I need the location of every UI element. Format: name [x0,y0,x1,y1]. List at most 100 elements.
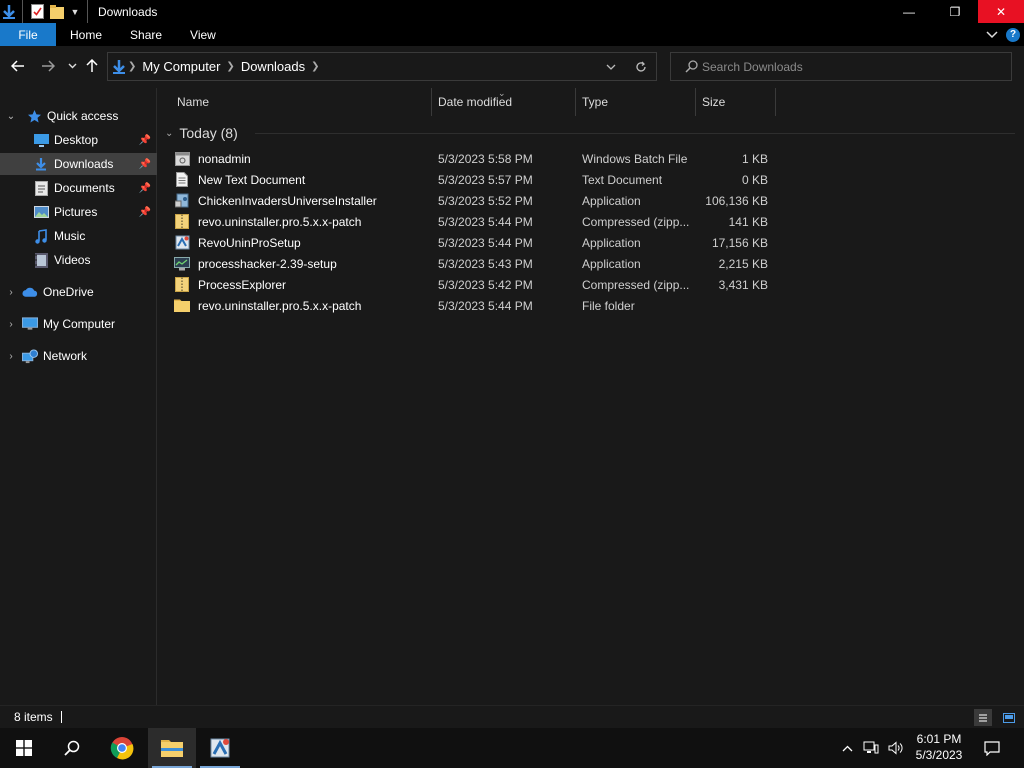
pin-icon[interactable]: 📌 [139,159,151,170]
breadcrumb-chevron-icon[interactable]: ❯ [128,61,136,72]
minimize-button[interactable]: — [886,0,932,23]
search-taskbar-button[interactable] [48,728,96,768]
address-bar-controls [596,53,656,80]
file-size: 106,136 KB [705,193,768,208]
taskbar: 6:01 PM 5/3/2023 [0,728,1024,768]
file-row[interactable]: ProcessExplorer 5/3/2023 5:42 PM Compres… [174,274,774,295]
up-arrow-icon [86,59,98,72]
file-size: 3,431 KB [718,277,768,292]
help-icon[interactable]: ? [1006,27,1020,42]
sidebar-item-quick-access[interactable]: ⌄ Quick access [0,105,157,127]
chevron-down-icon[interactable]: ⌄ [165,128,173,139]
chevron-right-icon[interactable]: › [6,351,16,362]
customize-toolbar-chevron-icon[interactable]: ▼ [67,0,83,23]
sidebar-item-my-computer[interactable]: › My Computer [0,313,157,335]
file-name: nonadmin [198,151,251,166]
show-hidden-icons-button[interactable] [838,728,856,768]
refresh-icon[interactable] [626,53,656,80]
file-row[interactable]: ChickenInvadersUniverseInstaller 5/3/202… [174,190,774,211]
sidebar-item-label: Documents [54,181,115,195]
column-header-name[interactable]: Name [171,88,432,116]
revo-uninstaller-taskbar-button[interactable] [196,728,244,768]
action-center-button[interactable] [978,728,1006,768]
chevron-up-icon [842,745,852,751]
large-icons-view-button[interactable] [1000,709,1018,726]
sidebar-item-pictures[interactable]: Pictures 📌 [0,201,157,223]
chrome-taskbar-button[interactable] [98,728,146,768]
up-button[interactable] [82,56,102,76]
status-bar: 8 items [0,705,1024,728]
address-history-chevron-icon[interactable] [596,53,626,80]
chevron-right-icon[interactable]: › [6,319,16,330]
column-header-size[interactable]: Size [696,88,776,116]
sidebar-item-downloads[interactable]: Downloads 📌 [0,153,157,175]
tab-file[interactable]: File [0,23,56,46]
status-caret [60,711,62,723]
file-size: 1 KB [741,151,768,166]
breadcrumb-chevron-icon[interactable]: ❯ [311,61,319,72]
expand-ribbon-chevron-icon[interactable] [986,28,998,42]
sidebar-item-network[interactable]: › Network [0,345,157,367]
back-button[interactable] [8,56,28,76]
file-row[interactable]: processhacker-2.39-setup 5/3/2023 5:43 P… [174,253,774,274]
pin-icon[interactable]: 📌 [139,207,151,218]
file-row[interactable]: revo.uninstaller.pro.5.x.x-patch 5/3/202… [174,211,774,232]
recent-locations-button[interactable] [62,56,82,76]
file-row[interactable]: New Text Document 5/3/2023 5:57 PM Text … [174,169,774,190]
file-type: File folder [582,298,635,313]
pin-icon[interactable]: 📌 [139,135,151,146]
column-header-date-modified[interactable]: Date modified ⌄ [432,88,576,116]
clock[interactable]: 6:01 PM 5/3/2023 [908,731,970,763]
close-button[interactable]: ✕ [978,0,1024,23]
forward-button[interactable] [38,56,58,76]
column-header-type[interactable]: Type [576,88,696,116]
details-view-button[interactable] [974,709,992,726]
sidebar-item-music[interactable]: Music [0,225,157,247]
new-folder-icon[interactable] [47,0,67,23]
start-button[interactable] [0,728,48,768]
file-row[interactable]: RevoUninProSetup 5/3/2023 5:44 PM Applic… [174,232,774,253]
tab-share[interactable]: Share [116,23,176,46]
sidebar-item-documents[interactable]: Documents 📌 [0,177,157,199]
forward-arrow-icon [42,60,55,72]
toolbar-separator [87,0,88,23]
ribbon-tabs: File Home Share View ? [0,23,1024,46]
breadcrumb-chevron-icon[interactable]: ❯ [226,61,234,72]
app-icon [174,256,190,272]
file-row[interactable]: nonadmin 5/3/2023 5:58 PM Windows Batch … [174,148,774,169]
search-input[interactable] [702,59,992,74]
file-name: RevoUninProSetup [198,235,301,250]
group-header-today[interactable]: ⌄ Today (8) [165,122,238,144]
breadcrumb-my-computer[interactable]: My Computer [142,59,220,74]
breadcrumb-downloads[interactable]: Downloads [241,59,305,74]
navigation-pane: ⌄ Quick access Desktop 📌 Downloads 📌 Doc… [0,88,157,705]
chevron-right-icon[interactable]: › [6,287,16,298]
window-title: Downloads [98,4,158,19]
quick-access-toolbar: ▼ [0,0,92,23]
chrome-icon [110,737,134,760]
network-icon [22,348,38,364]
sidebar-item-desktop[interactable]: Desktop 📌 [0,129,157,151]
pin-icon[interactable]: 📌 [139,183,151,194]
properties-icon[interactable] [27,0,47,23]
sidebar-item-videos[interactable]: Videos [0,249,157,271]
sidebar-item-label: Videos [54,253,91,267]
chevron-down-icon[interactable]: ⌄ [6,111,16,122]
back-arrow-icon [11,60,24,72]
zip-folder-icon [174,214,190,230]
volume-tray-button[interactable] [884,728,906,768]
file-row[interactable]: revo.uninstaller.pro.5.x.x-patch 5/3/202… [174,295,774,316]
tab-view[interactable]: View [176,23,230,46]
file-explorer-taskbar-button[interactable] [148,728,196,768]
file-name: processhacker-2.39-setup [198,256,337,271]
sidebar-item-onedrive[interactable]: › OneDrive [0,281,157,303]
restore-button[interactable]: ❐ [932,0,978,23]
search-icon [685,60,698,73]
tab-home[interactable]: Home [56,23,116,46]
search-box[interactable] [670,52,1012,81]
address-bar[interactable]: ❯ My Computer ❯ Downloads ❯ [107,52,657,81]
network-tray-button[interactable] [860,728,882,768]
file-name: ChickenInvadersUniverseInstaller [198,193,377,208]
star-icon [26,108,42,124]
sidebar-item-label: Network [43,349,88,363]
